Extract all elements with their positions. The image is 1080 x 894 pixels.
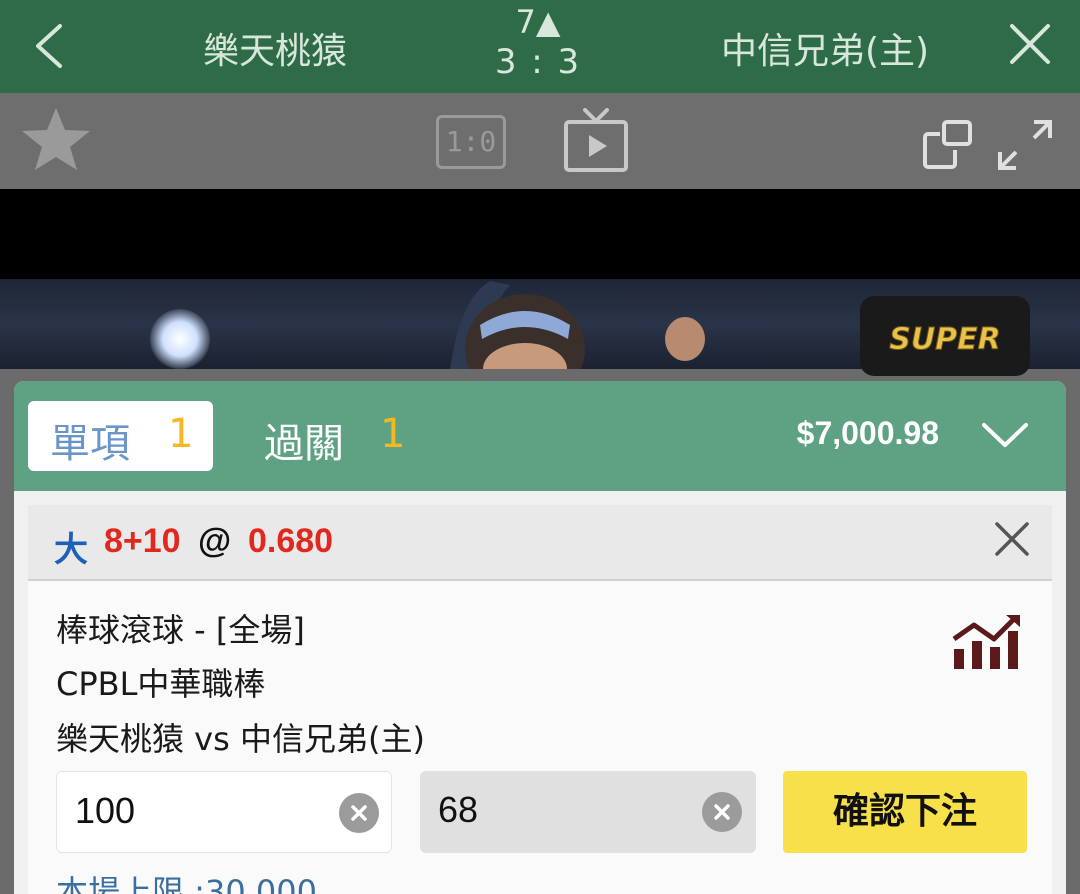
selection-odds: 0.680 — [248, 522, 334, 560]
selection-at: @ — [198, 522, 232, 560]
away-team-name: 樂天桃猿 — [202, 31, 347, 72]
close-icon[interactable] — [1008, 22, 1052, 66]
tab-single-count: 1 — [168, 411, 194, 457]
tab-parlay-label: 過關 — [264, 421, 344, 467]
match-header: 樂天桃猿 7▲ 3 : 3 中信兄弟(主) — [0, 0, 1080, 93]
match-score: 3 : 3 — [494, 42, 582, 82]
live-tv-icon[interactable] — [563, 108, 629, 174]
clear-payout-icon[interactable] — [702, 792, 742, 832]
match-limit-text: 本場上限 :30,000 — [56, 873, 317, 894]
back-chevron-icon[interactable] — [30, 22, 70, 70]
player-figure — [450, 281, 705, 369]
bet-selection-card: 大 8+10 @ 0.680 棒球滾球 - [全場] CPBL中華職棒 樂天桃猿… — [28, 505, 1052, 894]
fullscreen-expand-icon[interactable] — [996, 118, 1054, 172]
selection-side: 大 — [54, 531, 88, 569]
favorite-star-icon[interactable] — [20, 106, 92, 172]
market-name: 棒球滾球 - [全場] — [56, 611, 305, 649]
league-name: CPBL中華職棒 — [56, 665, 266, 703]
stake-input[interactable]: 100 — [56, 771, 392, 853]
bet-slip-panel: 單項 1 過關 1 $7,000.98 大 8+10 @ 0.680 棒球滾球 … — [14, 381, 1066, 894]
stadium-light — [150, 309, 210, 369]
selection-line: 8+10 — [104, 522, 181, 560]
remove-selection-close-icon[interactable] — [994, 521, 1030, 557]
confirm-bet-button[interactable]: 確認下注 — [783, 771, 1027, 853]
tab-single-label: 單項 — [50, 421, 130, 467]
stats-chart-icon[interactable] — [950, 613, 1022, 671]
tab-single-bet[interactable]: 單項 1 — [28, 401, 213, 471]
payout-input[interactable]: 68 — [420, 771, 756, 853]
selection-summary: 大 8+10 @ 0.680 — [28, 505, 1052, 581]
matchup-text: 樂天桃猿 vs 中信兄弟(主) — [56, 720, 425, 758]
media-toolbar — [0, 93, 1080, 189]
payout-value: 68 — [438, 789, 479, 830]
bet-slip-header: 單項 1 過關 1 $7,000.98 — [14, 381, 1066, 491]
account-balance: $7,000.98 — [796, 415, 939, 451]
inning-indicator: 7▲ — [515, 3, 561, 41]
clear-stake-icon[interactable] — [339, 793, 379, 833]
home-team-name: 中信兄弟(主) — [720, 31, 930, 72]
stake-value: 100 — [75, 790, 136, 831]
chevron-down-icon[interactable] — [980, 417, 1030, 453]
tab-parlay-count: 1 — [380, 411, 406, 457]
popout-window-icon[interactable] — [922, 120, 974, 170]
scoreboard-toggle-button[interactable]: 1:0 — [436, 115, 506, 169]
broadcaster-logo-text: SUPER — [889, 322, 1002, 358]
